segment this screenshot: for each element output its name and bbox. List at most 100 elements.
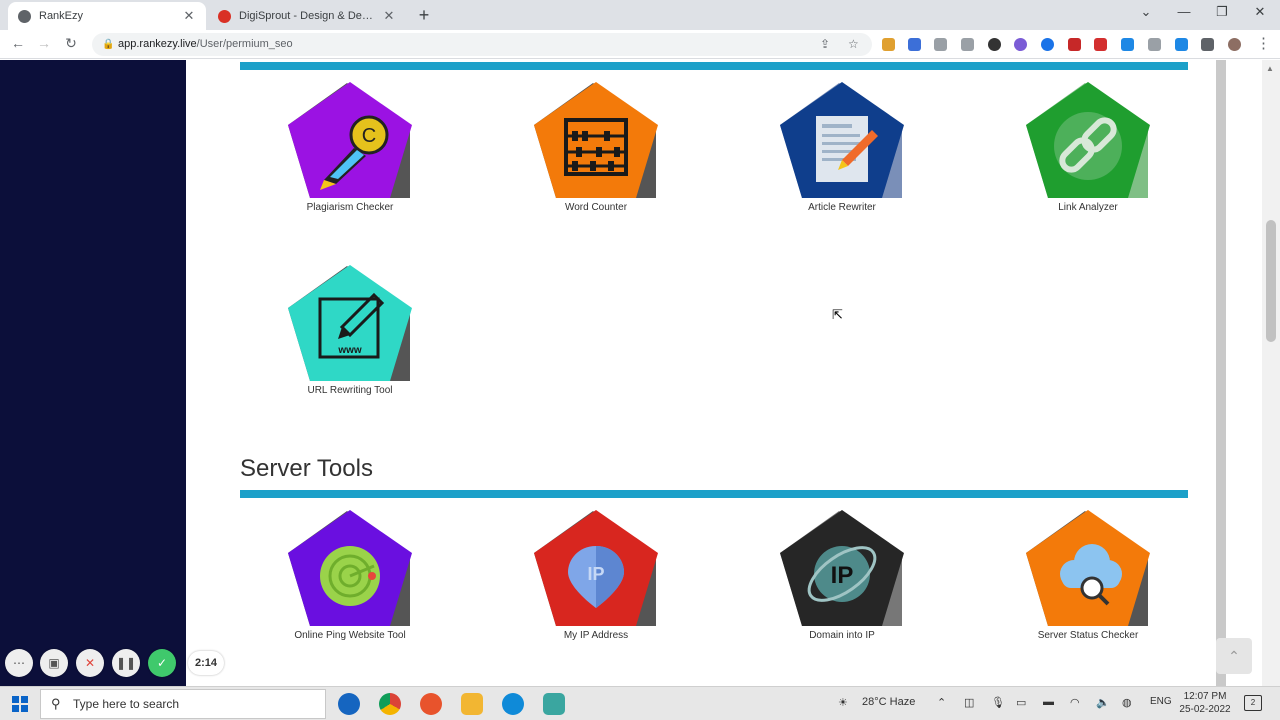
abacus-icon xyxy=(534,82,658,198)
screen: RankEzy ✕ DigiSprout - Design & Developm… xyxy=(0,0,1280,720)
tool-my-ip-address[interactable]: IP My IP Address xyxy=(506,508,686,641)
clock-time: 12:07 PM xyxy=(1183,691,1227,702)
notifications-icon[interactable]: 2 xyxy=(1244,695,1262,711)
meet-now-icon[interactable]: ◫ xyxy=(964,696,974,709)
firefox-icon[interactable] xyxy=(420,693,442,715)
extension-icon[interactable] xyxy=(882,38,895,51)
section-divider xyxy=(240,62,1188,70)
skype-icon[interactable] xyxy=(338,693,360,715)
puzzle-icon[interactable] xyxy=(1201,38,1214,51)
tool-domain-into-ip[interactable]: IP Domain into IP xyxy=(752,508,932,641)
back-icon[interactable]: ← xyxy=(9,35,27,51)
tab-rankezy[interactable]: RankEzy ✕ xyxy=(8,2,206,30)
address-bar[interactable]: 🔒 app.rankezy.live/User/permium_seo ⇪ ☆ xyxy=(92,33,872,56)
window-close-icon[interactable]: ✕ xyxy=(1250,4,1270,20)
edge-icon[interactable] xyxy=(502,693,524,715)
tool-online-ping[interactable]: Online Ping Website Tool xyxy=(260,508,440,641)
tomato-favicon-icon xyxy=(218,9,231,23)
tool-label: Server Status Checker xyxy=(1037,630,1139,641)
shield-extension-icon[interactable] xyxy=(1068,38,1081,51)
extension-icon[interactable] xyxy=(1175,38,1188,51)
close-icon[interactable]: ✕ xyxy=(182,8,196,24)
taskbar-clock[interactable]: 12:07 PM 25-02-2022 xyxy=(1178,690,1232,716)
recorder-pause-icon[interactable]: ❚❚ xyxy=(112,649,140,677)
new-tab-icon[interactable]: + xyxy=(416,5,432,26)
back-to-top-button[interactable]: ⌃ xyxy=(1216,638,1252,674)
extension-icon[interactable] xyxy=(934,38,947,51)
battery-icon[interactable]: ▬ xyxy=(1043,696,1054,708)
tool-plagiarism-checker[interactable]: C Plagiarism Checker xyxy=(260,80,440,213)
microphone-icon[interactable]: 🎙 xyxy=(991,696,1005,709)
mouse-cursor-icon: ⇱ xyxy=(832,307,843,322)
cloud-search-icon xyxy=(1026,510,1150,626)
tool-label: URL Rewriting Tool xyxy=(307,385,393,396)
avatar[interactable] xyxy=(1228,38,1241,51)
camera-extension-icon[interactable] xyxy=(961,38,974,51)
taskbar-search-input[interactable]: ⚲ Type here to search xyxy=(40,689,326,719)
svg-text:www: www xyxy=(337,345,362,356)
tool-link-analyzer[interactable]: Link Analyzer xyxy=(998,80,1178,213)
reload-icon[interactable]: ↻ xyxy=(62,35,80,52)
recorder-more-icon[interactable]: ⋯ xyxy=(5,649,33,677)
tool-article-rewriter[interactable]: Article Rewriter xyxy=(752,80,932,213)
clock-date: 25-02-2022 xyxy=(1179,704,1231,715)
address-toolbar: ← → ↻ 🔒 app.rankezy.live/User/permium_se… xyxy=(0,30,1280,59)
scrollbar-thumb[interactable] xyxy=(1266,220,1276,342)
tool-word-counter[interactable]: Word Counter xyxy=(506,80,686,213)
url-path: /User/permium_seo xyxy=(196,38,293,50)
lock-icon: 🔒 xyxy=(102,39,115,50)
windows-start-icon[interactable] xyxy=(12,696,28,712)
extension-icon[interactable] xyxy=(1014,38,1027,51)
recorder-done-icon[interactable]: ✓ xyxy=(148,649,176,677)
bookmark-star-icon[interactable]: ☆ xyxy=(848,33,859,56)
main-content: C Plagiarism Checker Word Counter Articl… xyxy=(186,60,1216,686)
extension-icon[interactable] xyxy=(1094,38,1107,51)
globe-icon xyxy=(18,9,31,23)
share-icon[interactable]: ⇪ xyxy=(820,33,830,56)
minimize-icon[interactable]: — xyxy=(1174,4,1194,19)
display-icon[interactable]: ▭ xyxy=(1016,696,1026,709)
tool-label: My IP Address xyxy=(563,630,629,641)
scroll-up-arrow-icon[interactable]: ▲ xyxy=(1266,64,1274,73)
extension-icon[interactable] xyxy=(1121,38,1134,51)
security-icon[interactable]: ◍ xyxy=(1122,696,1132,709)
tool-label: Word Counter xyxy=(564,202,628,213)
volume-icon[interactable]: 🔈 xyxy=(1096,696,1110,709)
windows-taskbar: ⚲ Type here to search ☀ 28°C Haze ⌃ ◫ 🎙 … xyxy=(0,686,1280,720)
section-divider xyxy=(240,490,1188,498)
maximize-icon[interactable]: ❐ xyxy=(1212,4,1232,20)
close-icon[interactable]: ✕ xyxy=(382,8,396,24)
chrome-icon[interactable] xyxy=(379,693,401,715)
tool-label: Online Ping Website Tool xyxy=(294,630,406,641)
show-hidden-icons-chevron-icon[interactable]: ⌃ xyxy=(937,696,946,709)
extension-icon[interactable] xyxy=(1041,38,1054,51)
tool-url-rewriting[interactable]: www URL Rewriting Tool xyxy=(260,263,440,396)
file-explorer-icon[interactable] xyxy=(461,693,483,715)
chevron-up-icon: ⌃ xyxy=(1228,648,1240,664)
tab-search-chevron-icon[interactable]: ⌄ xyxy=(1136,4,1156,20)
kebab-menu-icon[interactable]: ⋮ xyxy=(1256,34,1271,52)
weather-sun-icon: ☀ xyxy=(838,697,848,709)
notification-count: 2 xyxy=(1250,698,1256,707)
pen-copyright-icon: C xyxy=(288,82,412,198)
tab-digisprout[interactable]: DigiSprout - Design & Development ✕ xyxy=(208,2,406,30)
recorder-delete-icon[interactable]: ✕ xyxy=(76,649,104,677)
extension-icon[interactable] xyxy=(988,38,1001,51)
recorder-timer: 2:14 xyxy=(188,651,224,675)
app-icon[interactable] xyxy=(543,693,565,715)
language-indicator[interactable]: ENG xyxy=(1150,696,1172,707)
forward-icon[interactable]: → xyxy=(35,35,53,51)
extension-icon[interactable] xyxy=(908,38,921,51)
page-margin xyxy=(1226,60,1262,686)
scrollbar-track[interactable] xyxy=(1262,60,1280,686)
page-scroll-gutter xyxy=(1216,60,1226,686)
wifi-icon[interactable]: ◠ xyxy=(1070,696,1080,709)
recorder-camera-icon[interactable]: ▣ xyxy=(40,649,68,677)
tool-server-status-checker[interactable]: Server Status Checker xyxy=(998,508,1178,641)
sidebar xyxy=(0,60,186,686)
url-domain: app.rankezy.live xyxy=(118,38,197,50)
extension-icon[interactable] xyxy=(1148,38,1161,51)
tool-label: Link Analyzer xyxy=(1058,202,1118,213)
weather-text[interactable]: 28°C Haze xyxy=(862,696,915,708)
svg-text:IP: IP xyxy=(587,564,604,584)
